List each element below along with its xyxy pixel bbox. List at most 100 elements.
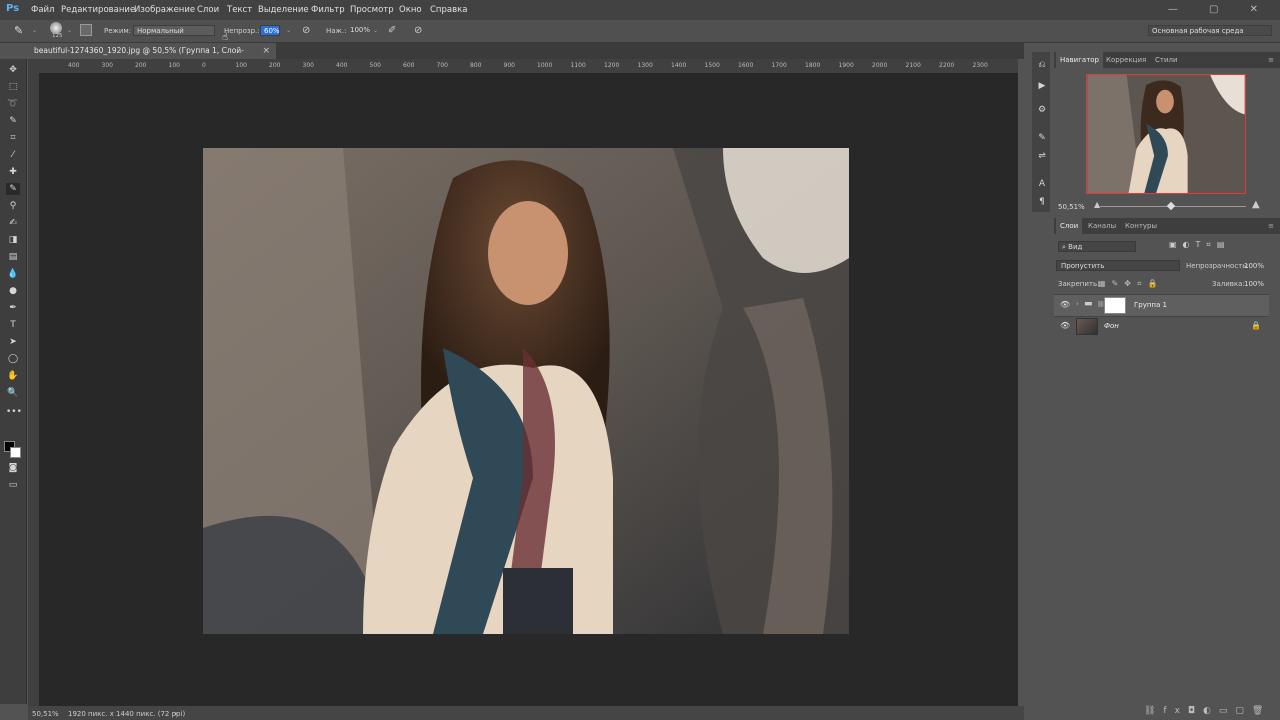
navigator-tabs: Навигатор Коррекция Стили ≡ bbox=[1054, 52, 1280, 68]
tab-paths[interactable]: Контуры bbox=[1121, 218, 1161, 234]
mode-select[interactable]: Нормальный bbox=[133, 25, 215, 36]
cursor-icon: ☝ bbox=[222, 32, 229, 43]
zoom-tool-icon[interactable]: 🔍 bbox=[6, 387, 20, 399]
shape-tool-icon[interactable]: ◯ bbox=[6, 353, 20, 365]
stamp-tool-icon[interactable]: ⚲ bbox=[6, 200, 20, 212]
status-zoom[interactable]: 50,51% bbox=[32, 710, 59, 718]
menu-view[interactable]: Просмотр bbox=[350, 5, 394, 15]
status-doc-info: 1920 пикс. x 1440 пикс. (72 ppi) bbox=[68, 710, 186, 718]
brush-presets-panel-icon[interactable]: ✎ bbox=[1035, 132, 1049, 144]
brush-tool-icon[interactable]: ✎ bbox=[14, 24, 23, 37]
quick-mask-icon[interactable]: ◙ bbox=[6, 462, 20, 474]
blur-tool-icon[interactable]: 💧 bbox=[6, 268, 20, 280]
crop-tool-icon[interactable]: ⌗ bbox=[6, 132, 20, 144]
menu-help[interactable]: Справка bbox=[430, 5, 467, 15]
ruler-tick-label: 2300 bbox=[972, 62, 988, 69]
actions-panel-icon[interactable]: ▶ bbox=[1035, 80, 1049, 92]
pen-tool-icon[interactable]: ✒ bbox=[6, 302, 20, 314]
flow-input[interactable]: 100% bbox=[347, 25, 371, 36]
menu-file[interactable]: Файл bbox=[31, 5, 54, 15]
menu-image[interactable]: Изображение bbox=[134, 5, 195, 15]
lasso-tool-icon[interactable]: ➰ bbox=[6, 98, 20, 110]
menu-window[interactable]: Окно bbox=[399, 5, 422, 15]
ruler-tick-label: 300 bbox=[302, 62, 314, 69]
blend-mode-select[interactable]: Пропустить bbox=[1056, 260, 1180, 271]
brush-panel-icon[interactable] bbox=[80, 24, 92, 36]
layer-row[interactable]: 👁 Фон 🔒 bbox=[1054, 316, 1269, 337]
document-tab[interactable]: beautiful-1274360_1920.jpg @ 50,5% (Груп… bbox=[28, 43, 276, 71]
quick-select-tool-icon[interactable]: ✎ bbox=[6, 115, 20, 127]
layer-filter-select[interactable]: ⌕ Вид bbox=[1058, 241, 1136, 252]
fill-input[interactable]: 100% bbox=[1244, 280, 1264, 288]
chevron-down-icon[interactable]: ⌄ bbox=[286, 27, 291, 34]
ruler-tick-label: 1700 bbox=[771, 62, 787, 69]
tab-channels[interactable]: Каналы bbox=[1084, 218, 1120, 234]
menu-type[interactable]: Текст bbox=[227, 5, 252, 15]
status-menu-arrow[interactable]: › bbox=[174, 709, 177, 718]
layer-opacity-input[interactable]: 100% bbox=[1244, 262, 1264, 270]
opacity-input[interactable]: 60% bbox=[260, 25, 280, 36]
panel-menu-icon[interactable]: ≡ bbox=[1264, 52, 1278, 68]
eye-icon[interactable]: 👁 bbox=[1060, 321, 1070, 330]
layer-thumbnail[interactable] bbox=[1076, 318, 1098, 335]
marquee-tool-icon[interactable]: ⬚ bbox=[6, 81, 20, 93]
character-panel-icon[interactable]: A bbox=[1035, 178, 1049, 190]
dodge-tool-icon[interactable]: ● bbox=[6, 285, 20, 297]
gradient-tool-icon[interactable]: ▤ bbox=[6, 251, 20, 263]
zoom-out-icon[interactable]: ▲ bbox=[1094, 200, 1100, 209]
layer-name[interactable]: Фон bbox=[1104, 322, 1119, 330]
layer-row[interactable]: 👁 › ▬ ⛓ Группа 1 bbox=[1054, 294, 1269, 317]
chevron-down-icon[interactable]: ⌄ bbox=[67, 27, 72, 34]
mode-label: Режим: bbox=[104, 27, 132, 35]
adjust-panel-icon[interactable]: ⇌ bbox=[1035, 150, 1049, 162]
workspace-select[interactable]: Основная рабочая среда bbox=[1148, 25, 1272, 36]
eraser-tool-icon[interactable]: ◨ bbox=[6, 234, 20, 246]
brush-tool-icon[interactable]: ✎ bbox=[6, 183, 20, 195]
chevron-right-icon[interactable]: › bbox=[1076, 300, 1079, 308]
tab-layers[interactable]: Слои bbox=[1056, 218, 1083, 234]
menu-layers[interactable]: Слои bbox=[197, 5, 219, 15]
hand-tool-icon[interactable]: ✋ bbox=[6, 370, 20, 382]
menu-select[interactable]: Выделение bbox=[258, 5, 309, 15]
background-color-swatch[interactable] bbox=[10, 447, 21, 458]
tab-navigator[interactable]: Навигатор bbox=[1056, 52, 1103, 68]
move-tool-icon[interactable]: ✥ bbox=[6, 64, 20, 76]
screen-mode-icon[interactable]: ▭ bbox=[6, 479, 20, 491]
pressure-opacity-icon[interactable]: ⊘ bbox=[302, 25, 310, 36]
chevron-down-icon[interactable]: ⌄ bbox=[32, 27, 37, 34]
airbrush-icon[interactable]: ✐ bbox=[388, 25, 396, 36]
tab-adjustments[interactable]: Коррекция bbox=[1102, 52, 1150, 68]
window-controls[interactable]: — ▢ ✕ bbox=[1168, 4, 1272, 15]
more-tools-icon[interactable]: ••• bbox=[6, 406, 22, 418]
pressure-size-icon[interactable]: ⊘ bbox=[414, 25, 422, 36]
ruler-tick-label: 2200 bbox=[939, 62, 955, 69]
lock-icons[interactable]: ▦✎✥⌗🔒 bbox=[1098, 279, 1163, 289]
tab-styles[interactable]: Стили bbox=[1151, 52, 1182, 68]
panel-menu-icon[interactable]: ≡ bbox=[1264, 218, 1278, 234]
eye-icon[interactable]: 👁 bbox=[1060, 300, 1070, 309]
history-panel-icon[interactable]: ⎌ bbox=[1035, 59, 1049, 71]
zoom-in-icon[interactable]: ▲ bbox=[1252, 199, 1260, 210]
menu-filter[interactable]: Фильтр bbox=[311, 5, 345, 15]
navigator-zoom[interactable]: 50,51% bbox=[1058, 203, 1085, 211]
path-select-tool-icon[interactable]: ➤ bbox=[6, 336, 20, 348]
document-image[interactable] bbox=[203, 148, 849, 634]
layers-footer-icons[interactable]: ⛓fx◘◐▭▢🗑 bbox=[1144, 706, 1271, 716]
chevron-down-icon[interactable]: ⌄ bbox=[373, 27, 378, 34]
healing-tool-icon[interactable]: ✚ bbox=[6, 166, 20, 178]
menu-bar: Ps Файл Редактирование Изображение Слои … bbox=[0, 0, 1280, 20]
navigator-zoom-handle[interactable] bbox=[1166, 201, 1176, 211]
menu-edit[interactable]: Редактирование bbox=[61, 5, 135, 15]
tools-panel: ✥ ⬚ ➰ ✎ ⌗ ⁄ ✚ ✎ ⚲ ✍ ◨ ▤ 💧 ● ✒ T ➤ ◯ ✋ 🔍 … bbox=[0, 59, 27, 704]
paragraph-panel-icon[interactable]: ¶ bbox=[1035, 196, 1049, 208]
properties-panel-icon[interactable]: ⚙ bbox=[1035, 104, 1049, 116]
layer-mask-thumbnail[interactable] bbox=[1104, 297, 1126, 314]
close-icon[interactable]: × bbox=[262, 43, 270, 59]
type-tool-icon[interactable]: T bbox=[6, 319, 20, 331]
layer-filter-icons[interactable]: ▣◐T⌗▤ bbox=[1169, 240, 1231, 250]
history-brush-tool-icon[interactable]: ✍ bbox=[6, 217, 20, 229]
layer-name[interactable]: Группа 1 bbox=[1134, 301, 1167, 309]
navigator-thumbnail[interactable] bbox=[1086, 74, 1246, 194]
layer-filter-value: Вид bbox=[1068, 243, 1083, 251]
eyedropper-tool-icon[interactable]: ⁄ bbox=[6, 149, 20, 161]
